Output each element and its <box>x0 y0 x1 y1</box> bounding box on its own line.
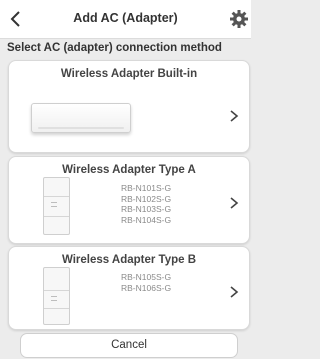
model-number: RB-N105S-G <box>121 272 172 282</box>
option-type-a[interactable]: Wireless Adapter Type A RB-N101S-G RB-N1… <box>8 156 250 244</box>
model-number: RB-N101S-G <box>121 183 172 193</box>
model-number: RB-N104S-G <box>121 214 172 225</box>
indoor-unit-image <box>31 103 131 133</box>
model-number: RB-N103S-G <box>121 204 172 214</box>
instruction-text: Select AC (adapter) connection method <box>7 42 222 54</box>
back-chevron-icon[interactable] <box>6 8 26 30</box>
option-title: Wireless Adapter Type A <box>62 164 196 176</box>
app-header: Add AC (Adapter) <box>0 0 251 39</box>
gear-icon[interactable] <box>229 9 249 29</box>
model-list: RB-N105S-G RB-N106S-G <box>121 272 171 293</box>
model-number: RB-N106S-G <box>121 282 172 293</box>
option-type-b[interactable]: Wireless Adapter Type B RB-N105S-G RB-N1… <box>8 246 250 330</box>
chevron-right-icon <box>230 197 239 209</box>
option-built-in[interactable]: Wireless Adapter Built-in <box>8 60 250 153</box>
chevron-right-icon <box>230 286 239 298</box>
option-title: Wireless Adapter Type B <box>61 254 197 266</box>
option-title: Wireless Adapter Built-in <box>60 68 198 80</box>
cancel-button[interactable]: Cancel <box>20 333 238 358</box>
adapter-type-a-image <box>43 177 70 235</box>
model-list: RB-N101S-G RB-N102S-G RB-N103S-G RB-N104… <box>121 183 171 225</box>
chevron-right-icon <box>230 110 239 122</box>
adapter-type-b-image <box>43 267 70 325</box>
page-title: Add AC (Adapter) <box>73 11 178 25</box>
model-number: RB-N102S-G <box>121 193 172 204</box>
